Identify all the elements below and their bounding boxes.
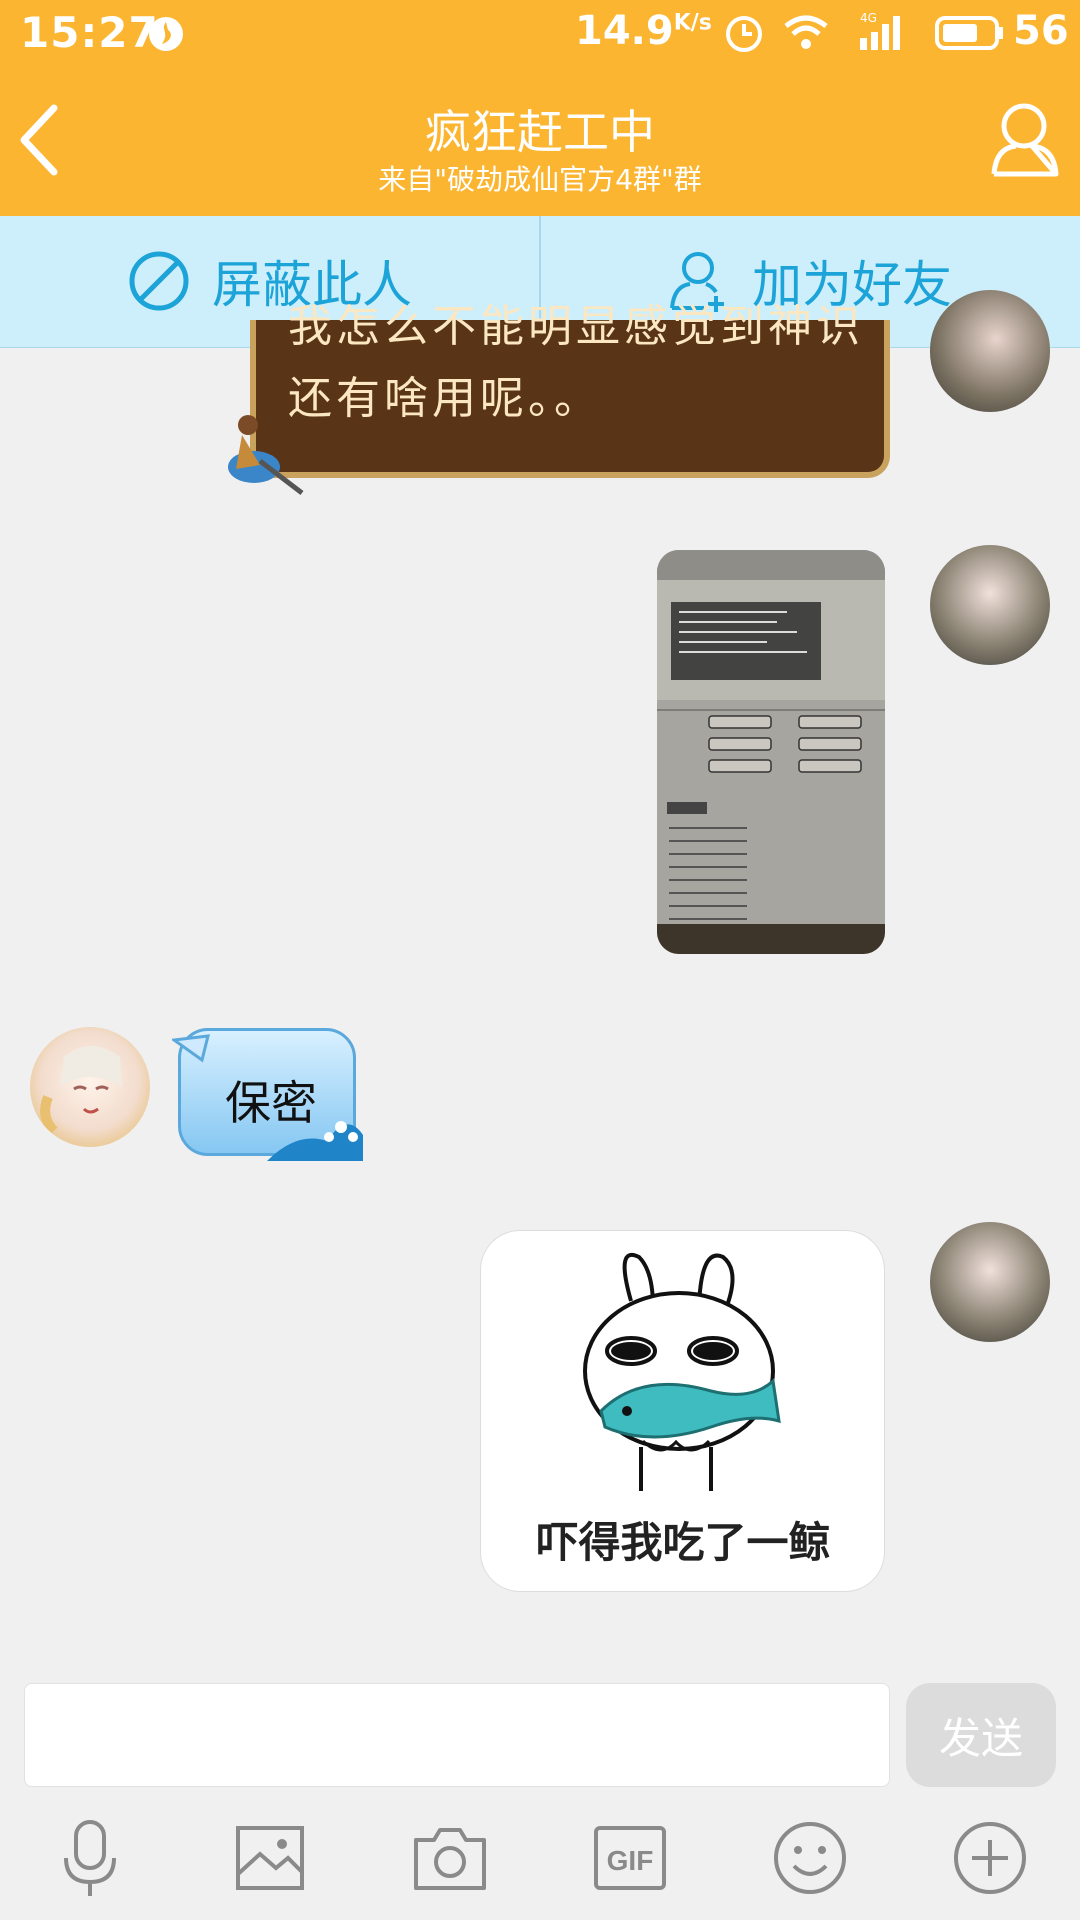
avatar-self[interactable]: [930, 290, 1050, 412]
avatar-other[interactable]: [30, 1027, 150, 1147]
fire-notify-icon: [149, 17, 183, 51]
message-text-line1: 我怎么不能明显感觉到神识: [288, 301, 864, 352]
bubble-tail: [172, 1034, 210, 1063]
battery-icon: [935, 16, 1003, 50]
svg-text:4G: 4G: [860, 11, 877, 25]
chat-subtitle: 来自"破劫成仙官方4群"群: [378, 163, 702, 196]
sticker-message[interactable]: 吓得我吃了一鲸: [480, 1230, 885, 1592]
signal-icon: 4G: [860, 11, 900, 50]
status-bar: 15:27 14.9K/s 4G 56: [0, 0, 1080, 66]
avatar-face-image: [40, 1046, 122, 1135]
camera-icon[interactable]: [410, 1818, 490, 1898]
header-bar: 15:27 14.9K/s 4G 56 疯狂赶工中 来自"破劫成仙官方4群"群: [0, 0, 1080, 216]
bubble-wave-decoration: [267, 1121, 363, 1161]
wifi-icon: [784, 15, 828, 49]
send-button[interactable]: 发送: [906, 1683, 1056, 1787]
network-speed: 14.9K/s: [575, 8, 712, 54]
profile-icon[interactable]: [988, 100, 1060, 180]
status-time: 15:27: [20, 8, 159, 57]
image-icon[interactable]: [230, 1818, 310, 1898]
block-icon: [129, 251, 189, 311]
chat-title: 疯狂赶工中: [425, 105, 655, 159]
avatar-self[interactable]: [930, 545, 1050, 665]
message-bubble-decorated[interactable]: 我怎么不能明显感觉到神识 还有啥用呢。。: [250, 301, 890, 478]
microphone-icon[interactable]: [50, 1818, 130, 1898]
rabbit-whale-sticker-image: [583, 1253, 781, 1491]
battery-level: 56: [1013, 8, 1069, 54]
bubble-decoration-warrior-icon: [228, 415, 304, 495]
message-input[interactable]: [24, 1683, 890, 1787]
image-message[interactable]: [657, 550, 885, 954]
game-screenshot-image: [657, 550, 885, 954]
alarm-icon: [726, 16, 762, 52]
plus-icon[interactable]: [950, 1818, 1030, 1898]
emoji-icon[interactable]: [770, 1818, 850, 1898]
svg-text:GIF: GIF: [607, 1845, 654, 1876]
message-text-line2: 还有啥用呢。。: [288, 373, 602, 424]
avatar-self[interactable]: [930, 1222, 1050, 1342]
gif-icon[interactable]: GIF: [590, 1818, 670, 1898]
sticker-caption: 吓得我吃了一鲸: [536, 1518, 831, 1567]
